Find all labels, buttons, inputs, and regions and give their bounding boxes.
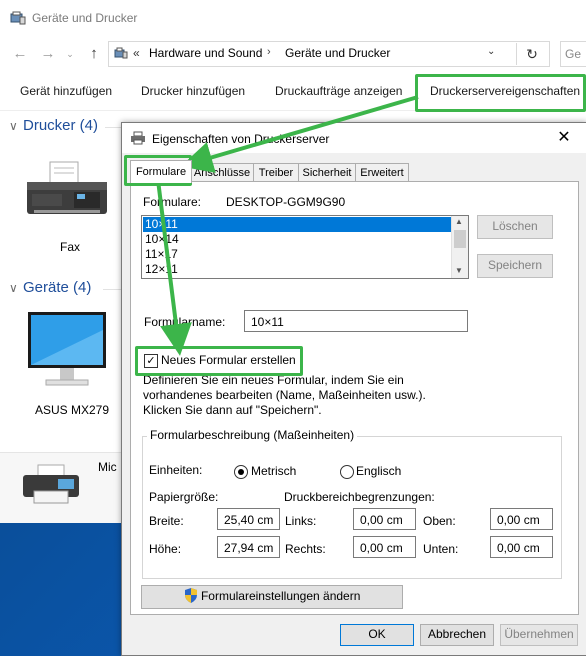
left-margin-input[interactable]: 0,00 cm [353,508,416,530]
metric-label[interactable]: Metrisch [251,464,296,478]
tab-panel: Formulare: DESKTOP-GGM9G90 10×11 10×14 1… [130,181,579,615]
tab-treiber[interactable]: Treiber [253,163,299,182]
breadcrumb-hardware-sound[interactable]: Hardware und Sound [149,46,262,60]
group-legend: Formularbeschreibung (Maßeinheiten) [147,428,358,442]
printer-icon [131,131,145,145]
back-arrow-icon[interactable]: ← [10,44,30,64]
group-title-devices[interactable]: Geräte (4) [23,279,91,296]
window-title: Geräte und Drucker [32,11,138,25]
scroll-down-icon[interactable]: ▼ [455,266,463,275]
add-printer-button[interactable]: Drucker hinzufügen [141,84,245,98]
partial-device-label: Mic [98,460,117,474]
view-print-jobs-button[interactable]: Druckaufträge anzeigen [275,84,402,98]
apply-button[interactable]: Übernehmen [500,624,578,646]
address-dropdown-icon[interactable]: ⌄ [487,46,495,57]
print-area-label: Druckbereichbegrenzungen: [284,490,435,504]
width-label: Breite: [149,514,184,528]
device-label-fax[interactable]: Fax [60,240,80,254]
description-text: Definieren Sie ein neues Formular, indem… [143,373,426,418]
tab-sicherheit[interactable]: Sicherheit [298,163,356,182]
height-label: Höhe: [149,542,182,556]
bottom-margin-input[interactable]: 0,00 cm [490,536,553,558]
description-line: vorhandenes bearbeiten (Name, Maßeinheit… [143,388,426,402]
list-item[interactable]: 10×14 [143,232,453,247]
right-label: Rechts: [285,542,326,556]
uac-shield-icon [184,588,197,603]
up-arrow-icon[interactable]: ↑ [84,44,104,64]
tab-anschluesse[interactable]: Anschlüsse [190,163,254,182]
printer-icon [23,464,79,504]
bottom-label: Unten: [423,542,459,556]
delete-button[interactable]: Löschen [477,215,553,239]
print-server-properties-dialog: Eigenschaften von Druckerserver ✕ Formul… [121,122,586,656]
form-name-label: Formularname: [144,315,226,329]
title-bar: Geräte und Drucker [0,0,586,36]
units-label: Einheiten: [149,463,203,477]
cancel-button[interactable]: Abbrechen [420,624,494,646]
devices-printers-icon [10,11,26,25]
list-item[interactable]: 10×11 [143,217,453,232]
server-name: DESKTOP-GGM9G90 [226,195,346,209]
change-settings-label: Formulareinstellungen ändern [200,589,361,603]
description-line: Klicken Sie dann auf "Speichern". [143,403,322,417]
english-label[interactable]: Englisch [356,464,401,478]
save-button[interactable]: Speichern [477,254,553,278]
highlight-box [135,346,303,376]
height-input[interactable]: 27,94 cm [217,536,280,558]
change-form-settings-button[interactable]: Formulareinstellungen ändern [141,585,403,609]
paper-size-label: Papiergröße: [149,490,219,504]
left-label: Links: [285,514,317,528]
metric-radio[interactable] [234,465,248,479]
right-margin-input[interactable]: 0,00 cm [353,536,416,558]
recent-dropdown-icon[interactable]: ⌄ [60,44,80,64]
width-input[interactable]: 25,40 cm [217,508,280,530]
highlight-box [415,74,586,112]
scrollbar-thumb[interactable] [454,230,466,248]
dialog-title: Eigenschaften von Druckerserver [152,132,330,146]
refresh-icon[interactable]: ↻ [516,43,547,65]
top-margin-input[interactable]: 0,00 cm [490,508,553,530]
device-label-asus[interactable]: ASUS MX279 [35,403,109,417]
monitor-icon[interactable] [26,310,108,390]
devices-printers-icon [114,47,128,59]
add-device-button[interactable]: Gerät hinzufügen [20,84,112,98]
breadcrumb-devices-printers[interactable]: Geräte und Drucker [285,46,390,60]
tab-formulare[interactable]: Formulare [130,160,192,183]
form-name-input[interactable]: 10×11 [244,310,468,332]
forms-label: Formulare: [143,195,202,209]
breadcrumb-overflow[interactable]: « [133,46,140,60]
collapse-chevron-icon[interactable]: ∨ [9,119,18,133]
list-item[interactable]: 11×17 [143,247,453,262]
dialog-title-bar: Eigenschaften von Druckerserver ✕ [122,123,586,153]
forward-arrow-icon[interactable]: → [38,44,58,64]
forms-listbox[interactable]: 10×11 10×14 11×17 12×11 ▲ ▼ [141,215,469,279]
listbox-scrollbar[interactable]: ▲ ▼ [451,216,468,278]
top-label: Oben: [423,514,456,528]
search-input[interactable]: Ge [560,41,586,67]
collapse-chevron-icon[interactable]: ∨ [9,281,18,295]
breadcrumb-chevron-icon[interactable]: › [267,46,271,58]
english-radio[interactable] [340,465,354,479]
list-item[interactable]: 12×11 [143,262,453,277]
tab-erweitert[interactable]: Erweitert [355,163,409,182]
radio-dot [238,469,244,475]
fax-icon[interactable] [22,160,112,220]
address-bar[interactable]: « Hardware und Sound › Geräte und Drucke… [108,41,550,67]
close-icon[interactable]: ✕ [554,128,574,148]
scroll-up-icon[interactable]: ▲ [455,217,463,226]
ok-button[interactable]: OK [340,624,414,646]
group-title-printers[interactable]: Drucker (4) [23,117,98,134]
